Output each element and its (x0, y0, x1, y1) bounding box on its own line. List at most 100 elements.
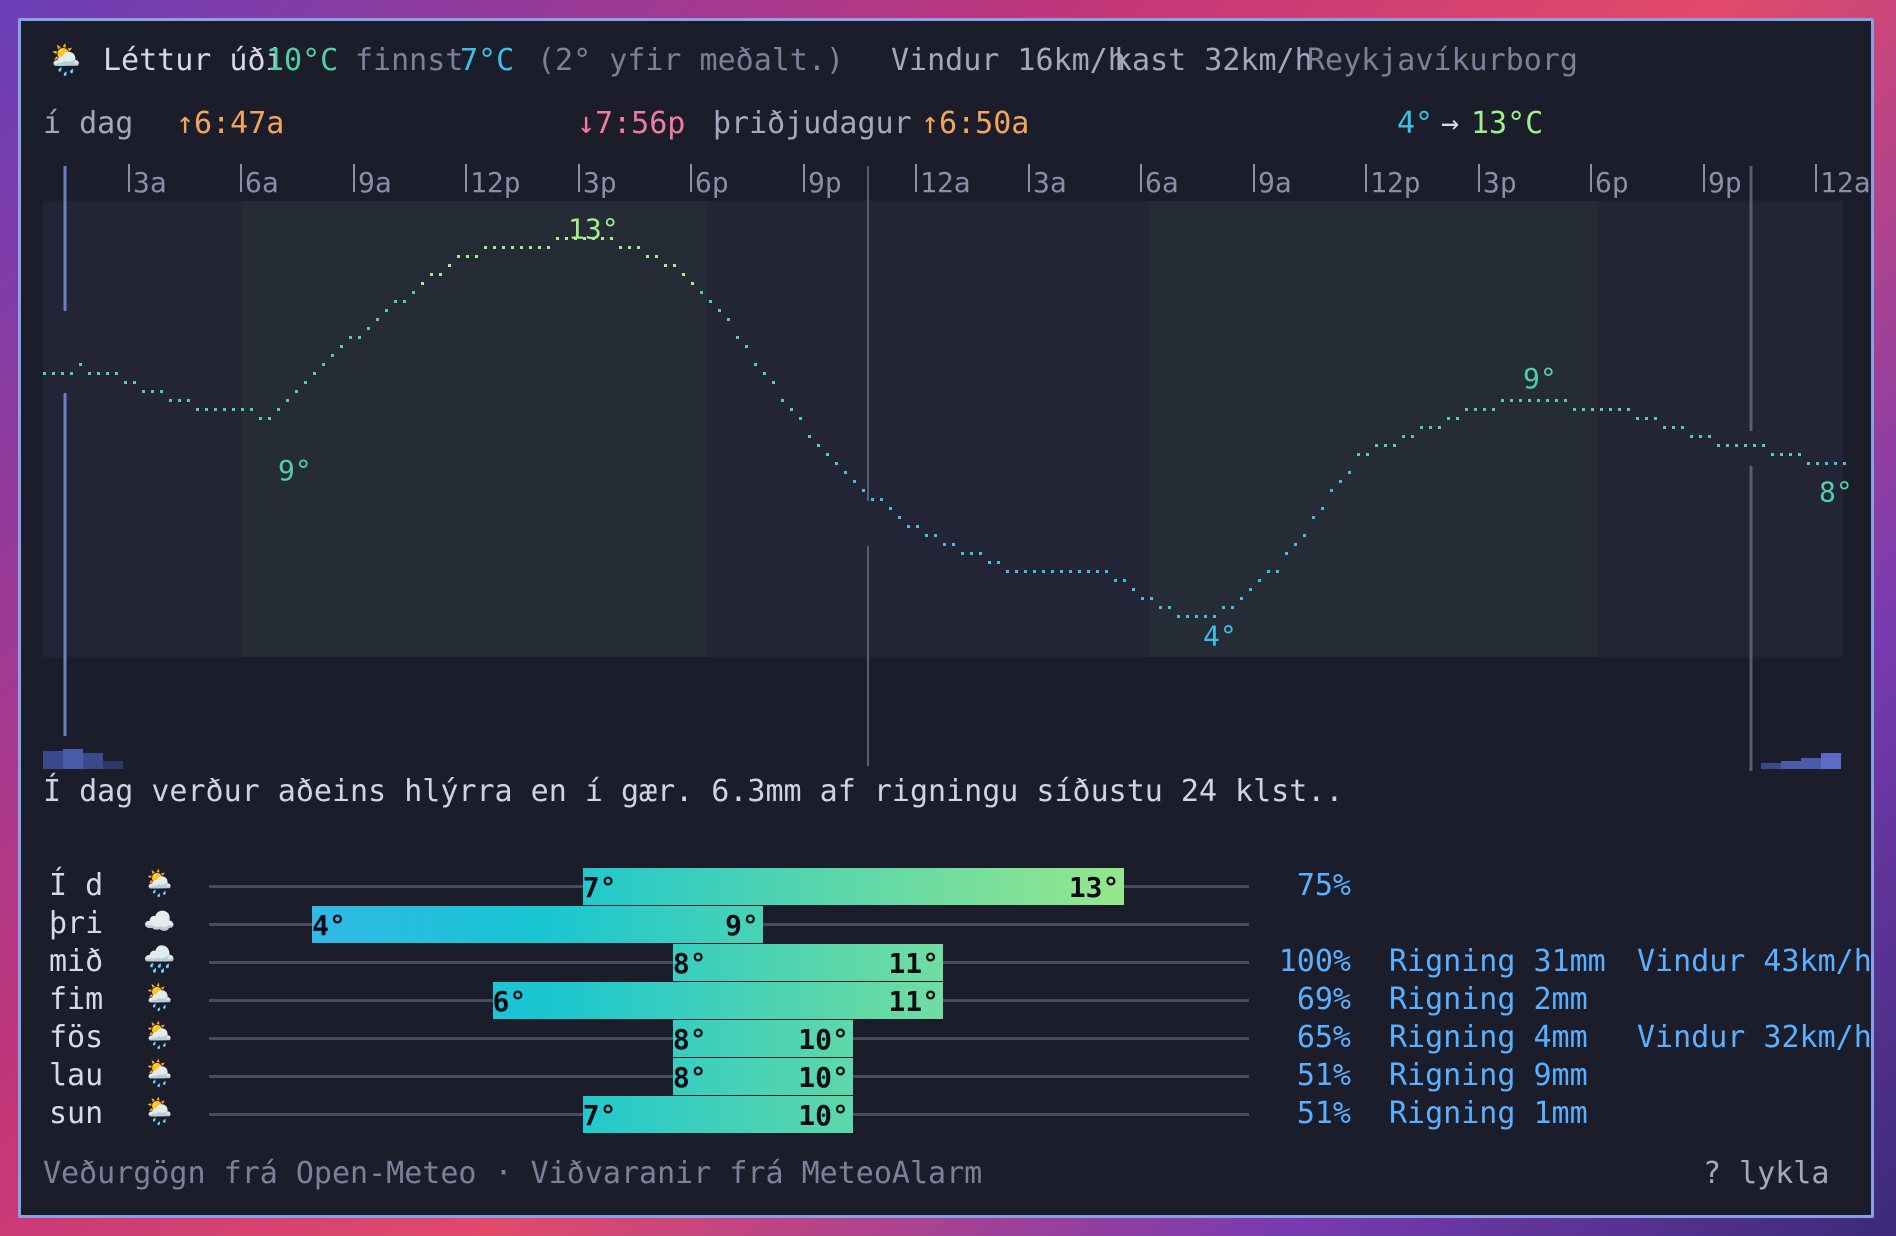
temperature-annotation: 9° (1523, 362, 1557, 395)
temperature-point (1096, 570, 1099, 573)
temperature-point (1600, 408, 1603, 411)
temperature-point (1123, 579, 1126, 582)
temperature-point (835, 462, 838, 465)
sun-behind-rain-cloud-icon: 🌦️ (143, 1021, 176, 1051)
temperature-point (1726, 444, 1729, 447)
temperature-point (889, 507, 892, 510)
rain-amount: Rigning 9mm (1389, 1058, 1588, 1093)
temperature-point (196, 408, 199, 411)
high-temp-label: 11° (888, 985, 940, 1018)
temperature-point (277, 408, 280, 411)
temperature-point (1159, 606, 1162, 609)
temperature-point (772, 381, 775, 384)
temperature-point (700, 291, 703, 294)
temperature-point (916, 525, 919, 528)
temperature-point (133, 381, 136, 384)
temperature-point (70, 372, 73, 375)
temperature-point (1240, 597, 1243, 600)
precip-probability: 69% (1296, 982, 1351, 1017)
temperature-point (1042, 570, 1045, 573)
temperature-point (331, 354, 334, 357)
temperature-point (619, 246, 622, 249)
temperature-point (682, 273, 685, 276)
low-temp-label: 8° (672, 1061, 707, 1094)
temperature-point (367, 327, 370, 330)
rain-amount: Rigning 2mm (1389, 982, 1588, 1017)
low-temp-label: 4° (312, 909, 346, 942)
temperature-point (1150, 597, 1153, 600)
temperature-point (547, 246, 550, 249)
temperature-point (1456, 417, 1459, 420)
temperature-point (799, 417, 802, 420)
temperature-point (1060, 570, 1063, 573)
temperature-point (1690, 435, 1693, 438)
temperature-point (295, 390, 298, 393)
temperature-point (880, 498, 883, 501)
forecast-day-row[interactable]: þri ☁️ 4° 9° (49, 906, 1869, 943)
temperature-point (1132, 588, 1135, 591)
temperature-point (1618, 408, 1621, 411)
temperature-point (1177, 615, 1180, 618)
precip-histogram-right (1761, 753, 1841, 769)
forecast-day-row[interactable]: lau 🌦️ 8° 10° 51% Rigning 9mm (49, 1058, 1869, 1095)
forecast-day-row[interactable]: Í d 🌦️ 7° 13° 75% (49, 868, 1869, 905)
temperature-point (1501, 399, 1504, 402)
temperature-point (664, 264, 667, 267)
temperature-point (988, 561, 991, 564)
temperature-point (1357, 453, 1360, 456)
high-temp-label: 9° (725, 909, 759, 942)
temperature-point (1753, 444, 1756, 447)
day-label: þri (49, 906, 104, 941)
forecast-day-row[interactable]: fös 🌦️ 8° 10° 65% Rigning 4mm Vindur 32km/h (49, 1020, 1871, 1057)
temperature-point (97, 372, 100, 375)
temperature-point (1582, 408, 1585, 411)
temperature-point (961, 552, 964, 555)
day-label: lau (49, 1058, 104, 1093)
forecast-day-row[interactable]: sun 🌦️ 7° 10° 51% Rigning 1mm (49, 1096, 1869, 1133)
temperature-point (1258, 579, 1261, 582)
temperature-point (808, 435, 811, 438)
forecast-day-row[interactable]: mið 🌧️ 8° 11° 100% Rigning 31mm Vindur 43km/h (49, 944, 1871, 981)
temperature-point (1564, 399, 1567, 402)
temperature-point (394, 300, 397, 303)
precip-probability: 65% (1296, 1020, 1351, 1055)
temperature-point (1546, 399, 1549, 402)
high-temp-label: 13° (1068, 871, 1120, 904)
temperature-point (1006, 570, 1009, 573)
sun-behind-rain-cloud-icon: 🌦️ (143, 869, 176, 899)
precip-probability: 51% (1296, 1058, 1351, 1093)
temperature-point (934, 534, 937, 537)
temperature-point (1015, 570, 1018, 573)
temperature-point (169, 399, 172, 402)
forecast-day-row[interactable]: fim 🌦️ 6° 11° 69% Rigning 2mm (49, 982, 1869, 1019)
weather-terminal: 🌦️ Léttur úði 10°C finnst 7°C (2° yfir m… (18, 18, 1874, 1218)
temperature-point (1780, 453, 1783, 456)
low-temp-label: 8° (672, 1023, 707, 1056)
temperature-point (1744, 444, 1747, 447)
temperature-point (115, 372, 118, 375)
temperature-range-bar (582, 868, 1124, 905)
temperature-point (43, 372, 46, 375)
temperature-point (1438, 426, 1441, 429)
temperature-point (781, 399, 784, 402)
rain-amount: Rigning 1mm (1389, 1096, 1588, 1131)
temperature-point (709, 300, 712, 303)
temperature-point (727, 318, 730, 321)
day-label: sun (49, 1096, 104, 1131)
temperature-point (1384, 444, 1387, 447)
help-keys-button[interactable]: ? lykla (1703, 1159, 1829, 1189)
temperature-point (1366, 453, 1369, 456)
temperature-point (214, 408, 217, 411)
temperature-annotation: 4° (1203, 619, 1237, 652)
temperature-point (250, 408, 253, 411)
temperature-point (52, 372, 55, 375)
low-temp-label: 8° (672, 947, 707, 980)
temperature-point (1429, 426, 1432, 429)
temperature-point (1105, 570, 1108, 573)
temperature-point (871, 498, 874, 501)
temperature-point (1033, 570, 1036, 573)
temperature-point (1555, 399, 1558, 402)
temperature-point (1807, 462, 1810, 465)
temperature-point (511, 246, 514, 249)
temperature-point (1492, 408, 1495, 411)
